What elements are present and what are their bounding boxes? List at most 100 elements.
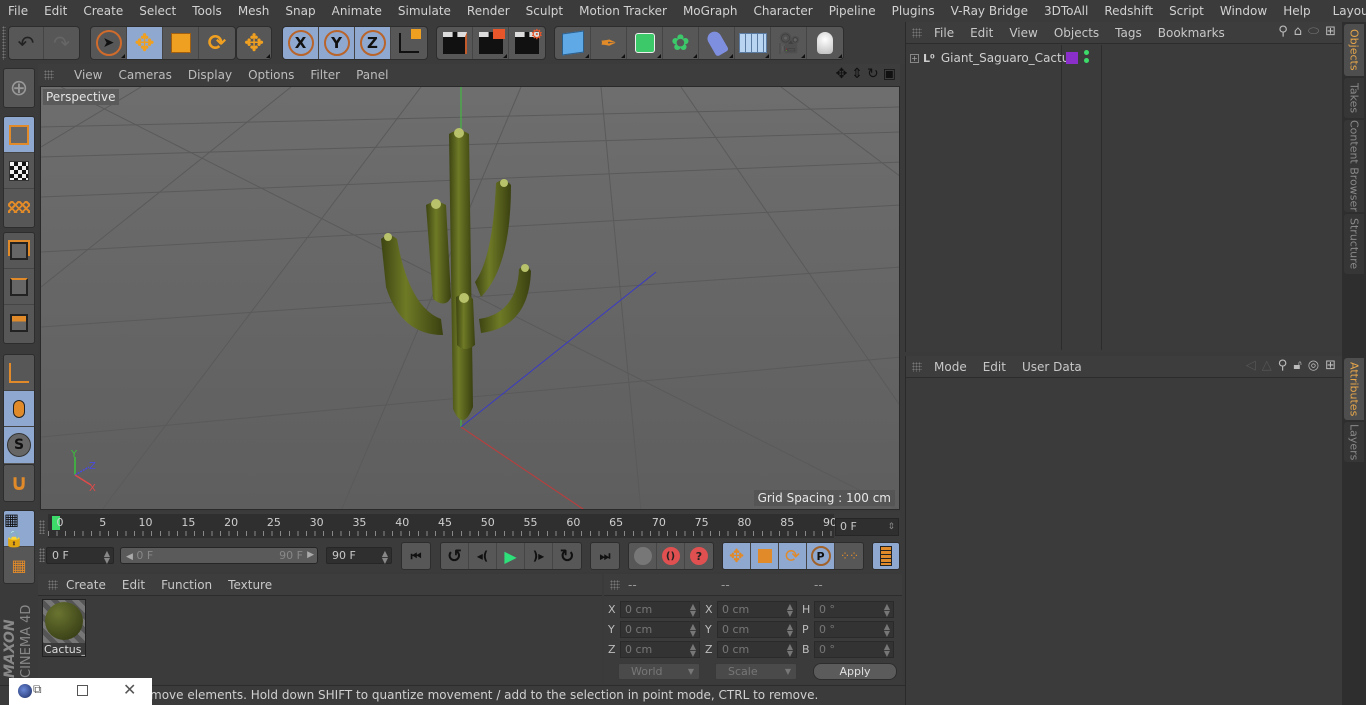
coordinate-mode-dropdown[interactable]: World ▼ bbox=[618, 663, 700, 680]
tab-objects[interactable]: Objects bbox=[1344, 24, 1364, 76]
target-icon[interactable]: ◎ bbox=[1308, 358, 1319, 373]
layer-color-swatch[interactable] bbox=[1066, 52, 1078, 64]
spinner-arrows-icon[interactable]: ▲ ▼ bbox=[787, 623, 793, 638]
tab-content-browser[interactable]: Content Browser bbox=[1344, 120, 1364, 212]
key-position-button[interactable]: ✥ bbox=[723, 543, 751, 569]
spinner-arrows-icon[interactable]: ▲ ▼ bbox=[884, 623, 890, 638]
spinner-arrows-icon[interactable]: ▲ ▼ bbox=[787, 643, 793, 658]
coord-value-field[interactable]: 0 cm ▲ ▼ bbox=[620, 641, 700, 658]
maximize-icon[interactable] bbox=[77, 685, 88, 696]
material-menu-edit[interactable]: Edit bbox=[114, 574, 153, 596]
range-right-arrow-icon[interactable]: ▶ bbox=[307, 548, 314, 563]
frame-range-slider[interactable]: ◀ 0 F 90 F ▶ bbox=[120, 547, 318, 564]
axis-mode-button[interactable] bbox=[4, 355, 34, 391]
tab-takes[interactable]: Takes bbox=[1344, 78, 1364, 118]
redo-button[interactable]: ↷ bbox=[44, 27, 79, 59]
spinner-arrows-icon[interactable]: ▲ ▼ bbox=[787, 603, 793, 618]
menu-select[interactable]: Select bbox=[131, 0, 184, 22]
key-scale-button[interactable] bbox=[751, 543, 779, 569]
points-mode-button[interactable] bbox=[4, 233, 34, 269]
coord-value-field[interactable]: 0 cm ▲ ▼ bbox=[717, 621, 797, 638]
restore-icon[interactable]: ⧉ bbox=[33, 682, 42, 697]
menu-render[interactable]: Render bbox=[459, 0, 518, 22]
spinner-arrows-icon[interactable]: ▲ ▼ bbox=[690, 643, 696, 658]
attribute-menu-mode[interactable]: Mode bbox=[926, 356, 975, 378]
tweak-mode-button[interactable] bbox=[4, 391, 34, 427]
spinner-arrows-icon[interactable]: ▲ ▼ bbox=[884, 603, 890, 618]
object-name[interactable]: Giant_Saguaro_Cactus bbox=[941, 51, 1076, 65]
object-menu-objects[interactable]: Objects bbox=[1046, 22, 1107, 44]
key-point-level-button[interactable]: ⁘⁘ bbox=[835, 543, 863, 569]
lock-icon[interactable]: 🔓︎ bbox=[1293, 358, 1301, 373]
camera-button[interactable]: 🎥 bbox=[771, 27, 807, 59]
subdivision-surface-button[interactable] bbox=[627, 27, 663, 59]
viewport-menu-display[interactable]: Display bbox=[180, 64, 240, 86]
tab-structure[interactable]: Structure bbox=[1344, 214, 1364, 274]
prev-key-button[interactable]: ↺ bbox=[441, 543, 469, 569]
object-grip[interactable] bbox=[912, 28, 922, 38]
make-editable-button[interactable]: ⊕ bbox=[4, 69, 34, 107]
snap-magnet-button[interactable]: ∪ bbox=[4, 465, 34, 501]
attribute-menu-user-data[interactable]: User Data bbox=[1014, 356, 1090, 378]
menu-tools[interactable]: Tools bbox=[184, 0, 230, 22]
cube-button[interactable] bbox=[555, 27, 591, 59]
render-view-button[interactable] bbox=[437, 27, 473, 59]
light-button[interactable] bbox=[807, 27, 843, 59]
maximize-view-icon[interactable]: ▣ bbox=[883, 66, 896, 82]
coord-value-field[interactable]: 0 ° ▲ ▼ bbox=[814, 641, 894, 658]
workplane-align-button[interactable]: ▦ bbox=[4, 547, 34, 583]
object-menu-tags[interactable]: Tags bbox=[1107, 22, 1150, 44]
x-axis-lock-button[interactable]: X bbox=[283, 27, 319, 59]
next-key-button[interactable]: ↻ bbox=[553, 543, 581, 569]
object-menu-bookmarks[interactable]: Bookmarks bbox=[1150, 22, 1233, 44]
spinner-arrows-icon[interactable]: ▲ ▼ bbox=[884, 643, 890, 658]
timeline-grip[interactable] bbox=[39, 520, 45, 534]
record-active-objects-button[interactable]: () bbox=[657, 543, 685, 569]
attribute-grip[interactable] bbox=[912, 362, 922, 372]
key-rotation-button[interactable]: ⟳ bbox=[779, 543, 807, 569]
tab-attributes[interactable]: Attributes bbox=[1344, 358, 1364, 420]
coord-value-field[interactable]: 0 cm ▲ ▼ bbox=[620, 601, 700, 618]
key-parameter-button[interactable]: P bbox=[807, 543, 835, 569]
menu-character[interactable]: Character bbox=[745, 0, 820, 22]
y-axis-lock-button[interactable]: Y bbox=[319, 27, 355, 59]
coord-value-field[interactable]: 0 ° ▲ ▼ bbox=[814, 621, 894, 638]
cloner-button[interactable]: ✿ bbox=[663, 27, 699, 59]
viewport-menu-options[interactable]: Options bbox=[240, 64, 302, 86]
floor-button[interactable] bbox=[735, 27, 771, 59]
coordinate-grip[interactable] bbox=[610, 580, 620, 590]
dolly-icon[interactable]: ⇕ bbox=[851, 66, 863, 82]
expand-icon[interactable]: + bbox=[910, 53, 919, 63]
move-tool-button[interactable]: ✥ bbox=[127, 27, 163, 59]
goto-end-button[interactable]: ⏭ bbox=[591, 543, 619, 569]
spinner-arrows-icon[interactable]: ▲ ▼ bbox=[690, 623, 696, 638]
menu-edit[interactable]: Edit bbox=[36, 0, 75, 22]
z-axis-lock-button[interactable]: Z bbox=[355, 27, 391, 59]
goto-start-button[interactable]: ⏮ bbox=[402, 543, 430, 569]
model-mode-button[interactable] bbox=[4, 117, 34, 153]
coord-value-field[interactable]: 0 ° ▲ ▼ bbox=[814, 601, 894, 618]
polygons-mode-button[interactable] bbox=[4, 305, 34, 341]
new-window-icon[interactable]: ⊞ bbox=[1325, 24, 1336, 39]
menu-v-ray-bridge[interactable]: V-Ray Bridge bbox=[943, 0, 1036, 22]
apply-button[interactable]: Apply bbox=[813, 663, 897, 680]
solo-mode-button[interactable]: S bbox=[4, 427, 34, 463]
pan-icon[interactable]: ✥ bbox=[836, 66, 848, 82]
home-icon[interactable]: ⌂ bbox=[1294, 24, 1302, 39]
tab-layers[interactable]: Layers bbox=[1344, 422, 1364, 462]
menu-motion-tracker[interactable]: Motion Tracker bbox=[571, 0, 675, 22]
cinema4d-app-icon[interactable] bbox=[18, 684, 32, 698]
filter-icon[interactable]: ⬭ bbox=[1308, 24, 1319, 39]
menu-mograph[interactable]: MoGraph bbox=[675, 0, 746, 22]
menu-snap[interactable]: Snap bbox=[277, 0, 323, 22]
recent-tools-button[interactable]: ✥ bbox=[237, 27, 271, 59]
menu-help[interactable]: Help bbox=[1275, 0, 1318, 22]
timeline-window-button[interactable] bbox=[873, 543, 899, 569]
spinner-arrows-icon[interactable]: ▲ ▼ bbox=[690, 603, 696, 618]
search-icon[interactable]: ⚲ bbox=[1278, 358, 1288, 373]
material-thumbnail[interactable]: Cactus_ bbox=[42, 599, 86, 657]
forward-icon[interactable]: △ bbox=[1262, 358, 1272, 373]
pen-spline-button[interactable]: ✒ bbox=[591, 27, 627, 59]
rotate-tool-button[interactable]: ⟳ bbox=[199, 27, 235, 59]
range-left-arrow-icon[interactable]: ◀ bbox=[126, 552, 133, 562]
